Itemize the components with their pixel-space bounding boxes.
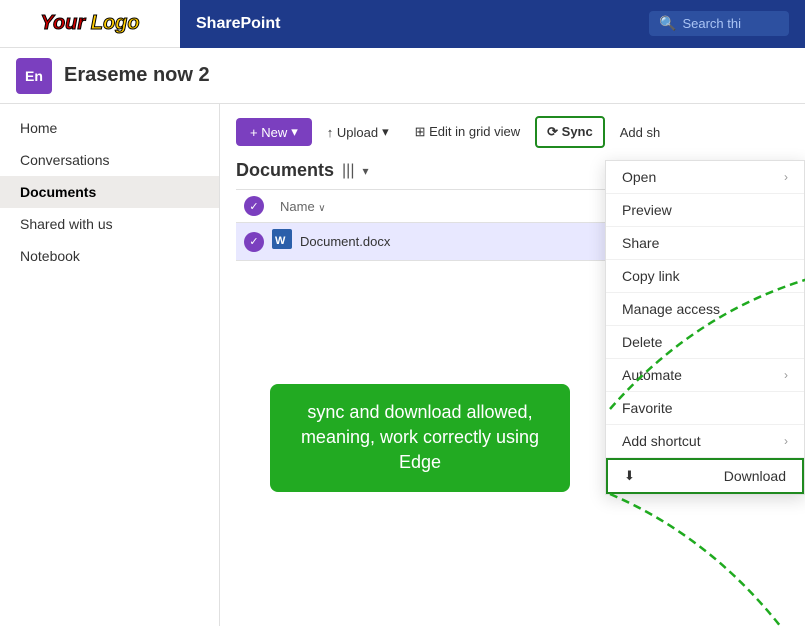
annotation-box: sync and download allowed, meaning, work… <box>270 384 570 492</box>
sidebar: Home Conversations Documents Shared with… <box>0 104 220 626</box>
ctx-copy-link[interactable]: Copy link <box>606 260 804 293</box>
chevron-right-icon: › <box>784 170 788 184</box>
row-checkbox[interactable]: ✓ <box>244 232 264 252</box>
select-all-checkbox[interactable]: ✓ <box>244 196 264 216</box>
toolbar: + New ▾ ↑ Upload ▾ ⊞ Edit in grid view ⟳… <box>236 116 789 148</box>
new-button[interactable]: + New ▾ <box>236 118 312 146</box>
ctx-preview[interactable]: Preview <box>606 194 804 227</box>
upload-button[interactable]: ↑ Upload ▾ <box>316 117 400 147</box>
sharepoint-title: SharePoint <box>196 15 280 33</box>
logo: Your Logo <box>40 12 139 35</box>
app-header: Your Logo SharePoint 🔍 Search thi <box>0 0 805 48</box>
sync-button[interactable]: ⟳ Sync <box>535 116 605 148</box>
search-placeholder-text: Search thi <box>682 16 741 31</box>
sidebar-item-conversations[interactable]: Conversations <box>0 144 219 176</box>
ctx-favorite[interactable]: Favorite <box>606 392 804 425</box>
annotation-text: sync and download allowed, meaning, work… <box>301 402 539 472</box>
sidebar-item-shared-with-us[interactable]: Shared with us <box>0 208 219 240</box>
ctx-open[interactable]: Open › <box>606 161 804 194</box>
documents-title: Documents <box>236 160 334 181</box>
chevron-down-icon: ▾ <box>362 164 368 178</box>
search-icon: 🔍 <box>659 15 676 32</box>
context-menu: Open › Preview Share Copy link Manage ac… <box>605 160 805 495</box>
documents-icon: ||| <box>342 162 354 180</box>
chevron-right-icon: › <box>784 368 788 382</box>
avatar: En <box>16 58 52 94</box>
edit-in-grid-view-button[interactable]: ⊞ Edit in grid view <box>404 117 532 147</box>
logo-area: Your Logo <box>0 12 180 35</box>
ctx-share[interactable]: Share <box>606 227 804 260</box>
ctx-download[interactable]: ⬇ Download <box>606 458 804 494</box>
site-name: Eraseme now 2 <box>64 64 210 87</box>
sidebar-item-home[interactable]: Home <box>0 112 219 144</box>
sharepoint-bar: SharePoint 🔍 Search thi <box>180 0 805 48</box>
ctx-add-shortcut[interactable]: Add shortcut › <box>606 425 804 458</box>
sidebar-item-notebook[interactable]: Notebook <box>0 240 219 272</box>
site-header: En Eraseme now 2 <box>0 48 805 104</box>
logo-logo: Logo <box>91 12 140 34</box>
column-name: Name ∨ <box>280 199 326 214</box>
ctx-delete[interactable]: Delete <box>606 326 804 359</box>
ctx-automate[interactable]: Automate › <box>606 359 804 392</box>
word-file-icon: W <box>272 229 292 254</box>
content-area: + New ▾ ↑ Upload ▾ ⊞ Edit in grid view ⟳… <box>220 104 805 626</box>
search-bar[interactable]: 🔍 Search thi <box>649 11 789 36</box>
add-shortcut-button[interactable]: Add sh <box>609 118 671 147</box>
main-layout: Home Conversations Documents Shared with… <box>0 104 805 626</box>
sidebar-item-documents[interactable]: Documents <box>0 176 219 208</box>
ctx-manage-access[interactable]: Manage access <box>606 293 804 326</box>
download-icon: ⬇ <box>624 468 635 484</box>
chevron-right-icon: › <box>784 434 788 448</box>
logo-your: Your <box>40 12 85 34</box>
svg-text:W: W <box>275 235 286 247</box>
